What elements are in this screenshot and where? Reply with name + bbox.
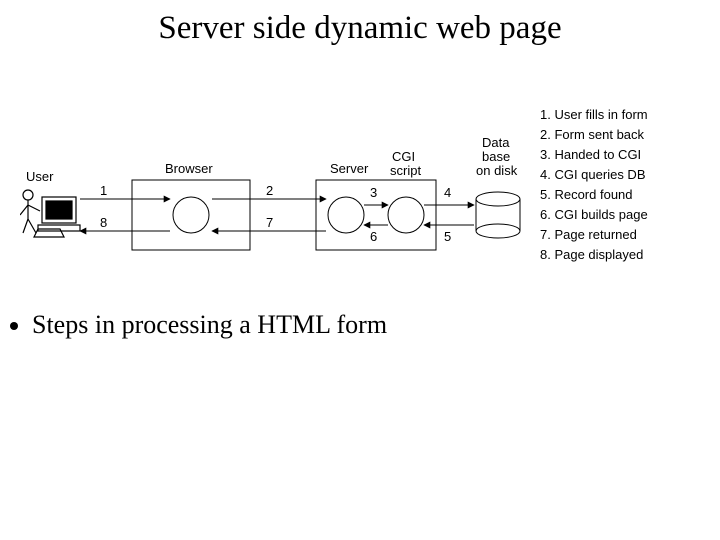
page-title: Server side dynamic web page [0, 10, 720, 47]
browser-process-icon [173, 197, 209, 233]
num-6: 6 [370, 229, 377, 244]
label-db-3: on disk [476, 163, 518, 178]
bullet-list: Steps in processing a HTML form [18, 310, 387, 340]
num-2: 2 [266, 183, 273, 198]
legend: 1. User fills in form 2. Form sent back … [540, 105, 648, 265]
label-db-2: base [482, 149, 510, 164]
label-cgi-2: script [390, 163, 421, 178]
num-1: 1 [100, 183, 107, 198]
legend-item: 8. Page displayed [540, 245, 648, 265]
num-4: 4 [444, 185, 451, 200]
label-server: Server [330, 161, 369, 176]
num-7: 7 [266, 215, 273, 230]
database-icon [476, 192, 520, 238]
label-db-1: Data [482, 135, 510, 150]
legend-item: 1. User fills in form [540, 105, 648, 125]
num-8: 8 [100, 215, 107, 230]
browser-box [132, 180, 250, 250]
num-3: 3 [370, 185, 377, 200]
num-5: 5 [444, 229, 451, 244]
slide: Server side dynamic web page User [0, 0, 720, 540]
server-process-icon [328, 197, 364, 233]
legend-item: 4. CGI queries DB [540, 165, 648, 185]
legend-item: 7. Page returned [540, 225, 648, 245]
diagram: User Browser Server CGI script Data base… [20, 125, 530, 290]
legend-item: 5. Record found [540, 185, 648, 205]
legend-item: 3. Handed to CGI [540, 145, 648, 165]
user-icon [20, 190, 80, 237]
label-user: User [26, 169, 54, 184]
label-browser: Browser [165, 161, 213, 176]
cgi-process-icon [388, 197, 424, 233]
cgi-flow-diagram: User Browser Server CGI script Data base… [20, 125, 530, 285]
legend-item: 2. Form sent back [540, 125, 648, 145]
bullet-item: Steps in processing a HTML form [32, 310, 387, 340]
label-cgi-1: CGI [392, 149, 415, 164]
legend-item: 6. CGI builds page [540, 205, 648, 225]
